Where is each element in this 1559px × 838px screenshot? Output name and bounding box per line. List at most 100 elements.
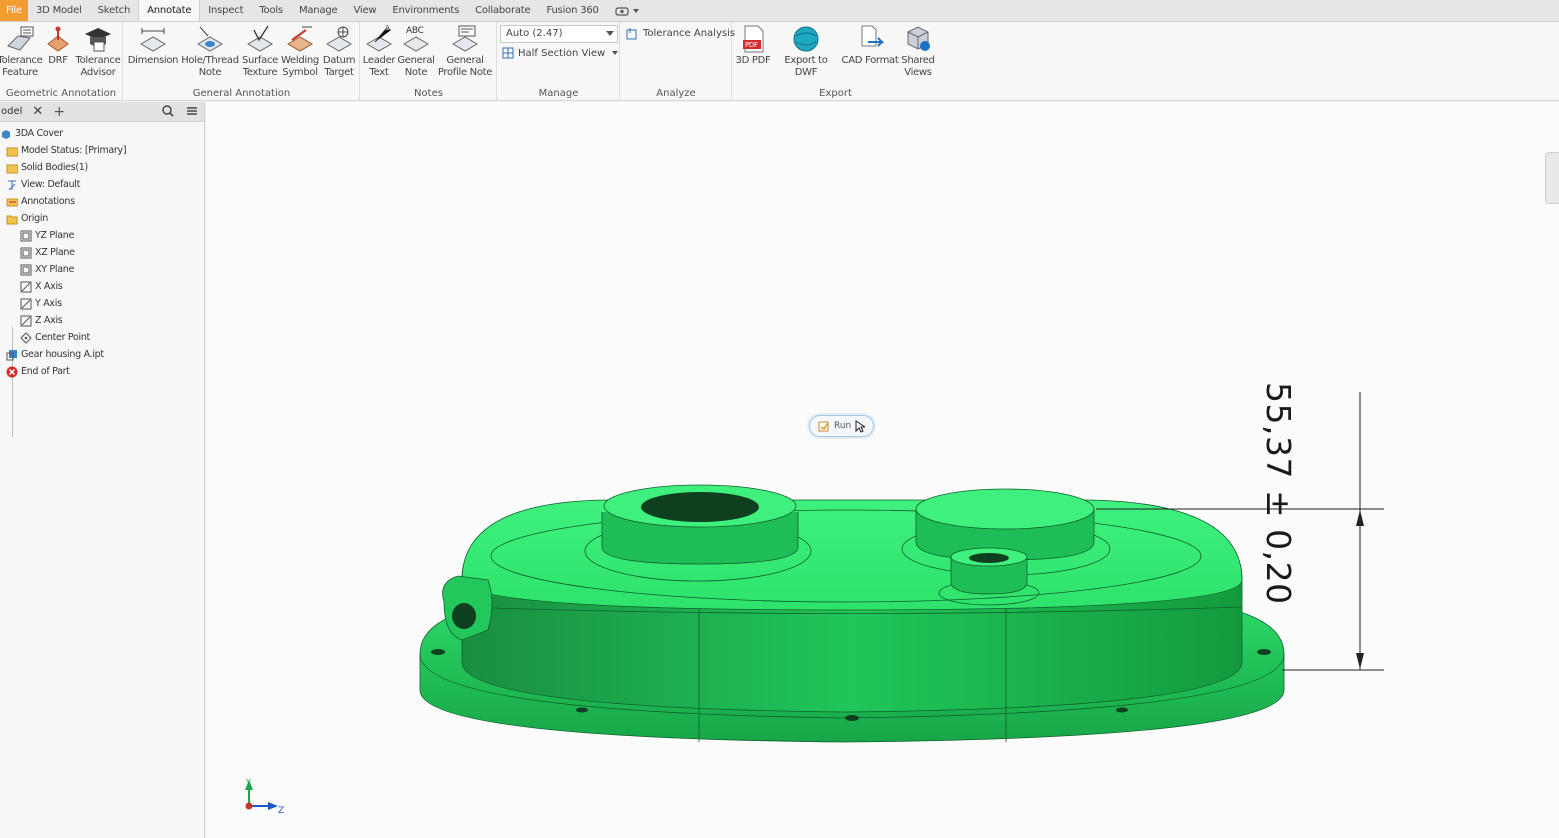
leader-text-icon: A xyxy=(366,24,392,52)
folder-icon xyxy=(6,147,18,156)
svg-text:ABC: ABC xyxy=(406,26,424,36)
tolerance-advisor-button[interactable]: Tolerance Advisor xyxy=(75,24,121,79)
drf-icon xyxy=(47,26,69,52)
hole-thread-icon xyxy=(197,26,223,52)
datum-target-button[interactable]: Datum Target xyxy=(321,24,357,79)
run-icon xyxy=(818,421,829,432)
tree-item-xy-plane[interactable]: XY Plane xyxy=(0,261,204,278)
tree-item-xz-plane[interactable]: XZ Plane xyxy=(0,244,204,261)
dwf-globe-icon xyxy=(793,26,819,52)
view-icon xyxy=(8,180,16,190)
cad-format-button[interactable]: CAD Format xyxy=(841,24,899,67)
tree-item-gear-housing[interactable]: Gear housing A.ipt xyxy=(0,346,204,363)
point-icon xyxy=(20,331,32,344)
tree-item-model-status[interactable]: Model Status: [Primary] xyxy=(0,142,204,159)
tree-item-x-axis[interactable]: X Axis xyxy=(0,278,204,295)
graduation-cap-icon xyxy=(85,28,111,52)
tab-file[interactable]: File xyxy=(0,0,28,21)
ribbon: Tolerance Feature DRF Tolerance Advisor … xyxy=(0,22,1559,101)
plane-icon xyxy=(20,247,32,258)
annotation-scale-combo[interactable]: Auto (2.47) xyxy=(500,25,618,43)
panel-label-notes: Notes xyxy=(414,88,443,99)
chevron-down-icon xyxy=(606,31,614,36)
dimension-icon xyxy=(140,28,166,52)
panel-label-manage: Manage xyxy=(538,88,579,99)
end-of-part-icon xyxy=(6,366,18,377)
model-browser: odel ✕ + 3DA Cover Model Status: [Primar… xyxy=(0,102,205,838)
shared-views-button[interactable]: Shared Views xyxy=(899,24,937,79)
tab-3d-model[interactable]: 3D Model xyxy=(28,0,90,21)
tab-tools[interactable]: Tools xyxy=(251,0,291,21)
shared-views-icon xyxy=(907,26,930,51)
panel-manage: Auto (2.47) Half Section View Manage xyxy=(498,22,620,101)
drf-button[interactable]: DRF xyxy=(44,24,72,67)
tab-sketch[interactable]: Sketch xyxy=(90,0,139,21)
browser-tab-model[interactable]: odel ✕ xyxy=(0,104,43,119)
mini-toolbar-run-button[interactable]: Run xyxy=(809,415,875,437)
tree-item-view[interactable]: View: Default xyxy=(0,176,204,193)
menu-icon[interactable] xyxy=(186,105,198,117)
tab-environments[interactable]: Environments xyxy=(384,0,467,21)
tree-item-origin[interactable]: Origin xyxy=(0,210,204,227)
half-section-view-button[interactable]: Half Section View xyxy=(502,47,619,59)
part-icon xyxy=(2,129,10,139)
panel-label-general: General Annotation xyxy=(192,88,291,99)
tree-item-annotations[interactable]: Annotations xyxy=(0,193,204,210)
plane-icon xyxy=(20,230,32,241)
model-graphics: Y Z xyxy=(245,392,1384,816)
tab-annotate[interactable]: Annotate xyxy=(138,0,201,21)
export-to-dwf-button[interactable]: Export to DWF xyxy=(772,24,840,79)
annotations-icon xyxy=(6,198,18,206)
add-tab-icon[interactable]: + xyxy=(53,104,65,120)
axis-icon xyxy=(20,298,32,309)
dimension-button[interactable]: Dimension xyxy=(127,24,179,67)
navigation-bar-toggle[interactable] xyxy=(1545,152,1559,204)
tree-item-z-axis[interactable]: Z Axis xyxy=(0,312,204,329)
plane-icon xyxy=(20,264,32,275)
browser-tree: 3DA Cover Model Status: [Primary] Solid … xyxy=(0,122,204,380)
surface-texture-button[interactable]: Surface Texture xyxy=(241,24,279,79)
half-section-icon xyxy=(502,47,514,59)
panel-notes: A Leader Text ABC General Note General P… xyxy=(361,22,497,101)
tree-item-root[interactable]: 3DA Cover xyxy=(0,125,204,142)
tab-manage[interactable]: Manage xyxy=(291,0,346,21)
tree-item-yz-plane[interactable]: YZ Plane xyxy=(0,227,204,244)
dimension-value[interactable]: 55,37 ± 0,20 xyxy=(1259,382,1298,605)
panel-label-analyze: Analyze xyxy=(656,88,696,99)
profile-note-icon xyxy=(452,25,478,52)
general-profile-note-button[interactable]: General Profile Note xyxy=(436,24,494,79)
tab-view[interactable]: View xyxy=(345,0,384,21)
tree-item-solid-bodies[interactable]: Solid Bodies(1) xyxy=(0,159,204,176)
panel-geometric-annotation: Tolerance Feature DRF Tolerance Advisor … xyxy=(0,22,123,101)
tolerance-feature-icon xyxy=(7,26,34,51)
welding-symbol-icon xyxy=(287,26,313,52)
chevron-down-icon xyxy=(612,51,619,55)
tree-item-center-point[interactable]: Center Point xyxy=(0,329,204,346)
panel-general-annotation: Dimension Hole/Thread Note Surface Textu… xyxy=(124,22,360,101)
svg-text:Y: Y xyxy=(245,778,251,787)
mouse-cursor-icon xyxy=(855,419,866,433)
hole-thread-note-button[interactable]: Hole/Thread Note xyxy=(181,24,239,79)
3d-pdf-button[interactable]: PDF 3D PDF xyxy=(734,24,772,67)
leader-text-button[interactable]: A Leader Text xyxy=(361,24,397,79)
close-icon[interactable]: ✕ xyxy=(32,104,43,119)
pdf-icon: PDF xyxy=(743,25,764,53)
gear-housing-model[interactable] xyxy=(419,484,1285,743)
graphics-viewport[interactable]: Y Z 55,37 ± 0,20 Run xyxy=(206,102,1559,838)
tab-collaborate[interactable]: Collaborate xyxy=(467,0,538,21)
panel-label-export: Export xyxy=(819,88,852,99)
tree-item-end-of-part[interactable]: End of Part xyxy=(0,363,204,380)
tolerance-analysis-icon xyxy=(626,28,637,40)
search-icon[interactable] xyxy=(162,105,174,117)
panel-export: PDF 3D PDF Export to DWF CAD Format Shar… xyxy=(733,22,938,101)
tolerance-feature-button[interactable]: Tolerance Feature xyxy=(0,24,43,79)
welding-symbol-button[interactable]: Welding Symbol xyxy=(281,24,319,79)
general-note-button[interactable]: ABC General Note xyxy=(397,24,435,79)
axis-icon xyxy=(20,281,32,292)
tree-item-y-axis[interactable]: Y Axis xyxy=(0,295,204,312)
tab-fusion-360[interactable]: Fusion 360 xyxy=(538,0,606,21)
tolerance-analysis-button[interactable]: Tolerance Analysis xyxy=(626,27,735,40)
tab-inspect[interactable]: Inspect xyxy=(200,0,251,21)
ribbon-options-dropdown[interactable] xyxy=(607,0,647,21)
datum-target-icon xyxy=(326,26,352,52)
